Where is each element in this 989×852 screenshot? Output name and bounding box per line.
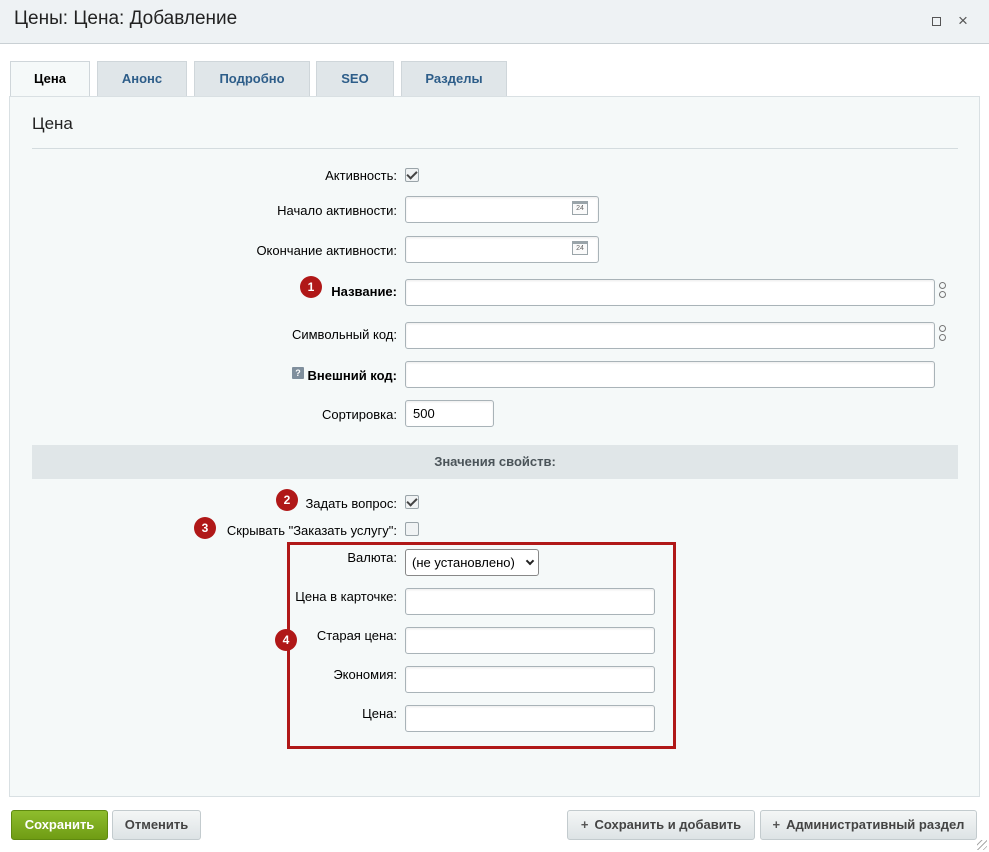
external-code-label: Внешний код: bbox=[307, 368, 397, 383]
savings-input[interactable] bbox=[405, 666, 655, 693]
save-and-add-button[interactable]: + Сохранить и добавить bbox=[567, 810, 755, 840]
card-price-input[interactable] bbox=[405, 588, 655, 615]
help-icon[interactable]: ? bbox=[292, 367, 304, 379]
window-title: Цены: Цена: Добавление bbox=[14, 8, 238, 29]
tab-sections[interactable]: Разделы bbox=[401, 61, 507, 97]
resize-grip-icon[interactable] bbox=[977, 840, 987, 850]
badge-2: 2 bbox=[276, 489, 298, 511]
tab-price[interactable]: Цена bbox=[10, 61, 90, 98]
properties-section-header: Значения свойств: bbox=[32, 445, 958, 479]
admin-section-button[interactable]: + Административный раздел bbox=[760, 810, 977, 840]
hide-order-checkbox[interactable] bbox=[405, 522, 419, 536]
currency-selected: (не установлено) bbox=[412, 555, 515, 570]
currency-select[interactable]: (не установлено) bbox=[405, 549, 539, 576]
admin-section-label: Административный раздел bbox=[786, 817, 965, 832]
old-price-label: Старая цена: bbox=[316, 628, 397, 643]
name-label: Название: bbox=[331, 284, 397, 299]
hide-order-label: Скрывать "Заказать услугу": bbox=[226, 523, 397, 538]
currency-label: Валюта: bbox=[347, 550, 397, 565]
panel-title: Цена bbox=[32, 114, 73, 133]
link-icon[interactable] bbox=[939, 325, 947, 345]
code-input[interactable] bbox=[405, 322, 935, 349]
divider bbox=[32, 148, 958, 149]
save-button[interactable]: Сохранить bbox=[11, 810, 108, 840]
active-from-input[interactable] bbox=[405, 196, 599, 223]
code-label: Символьный код: bbox=[291, 327, 397, 342]
close-icon[interactable]: × bbox=[954, 12, 972, 30]
price-input[interactable] bbox=[405, 705, 655, 732]
plus-icon: + bbox=[580, 817, 589, 832]
badge-1: 1 bbox=[300, 276, 322, 298]
cancel-button[interactable]: Отменить bbox=[112, 810, 201, 840]
activity-label: Активность: bbox=[325, 168, 397, 183]
badge-4: 4 bbox=[275, 629, 297, 651]
maximize-icon[interactable] bbox=[927, 12, 945, 30]
external-code-input[interactable] bbox=[405, 361, 935, 388]
calendar-icon[interactable]: 24 bbox=[572, 201, 588, 215]
window-titlebar: Цены: Цена: Добавление × bbox=[0, 0, 989, 44]
name-input[interactable] bbox=[405, 279, 935, 306]
calendar-icon[interactable]: 24 bbox=[572, 241, 588, 255]
savings-label: Экономия: bbox=[333, 667, 397, 682]
tab-announce[interactable]: Анонс bbox=[97, 61, 187, 97]
active-to-label: Окончание активности: bbox=[256, 243, 397, 258]
active-from-label: Начало активности: bbox=[277, 203, 397, 218]
save-and-add-label: Сохранить и добавить bbox=[594, 817, 742, 832]
sort-label: Сортировка: bbox=[322, 407, 397, 422]
ask-question-checkbox[interactable] bbox=[405, 495, 419, 509]
tab-seo[interactable]: SEO bbox=[316, 61, 394, 97]
sort-input[interactable] bbox=[405, 400, 494, 427]
tab-details[interactable]: Подробно bbox=[194, 61, 310, 97]
badge-3: 3 bbox=[194, 517, 216, 539]
activity-checkbox[interactable] bbox=[405, 168, 419, 182]
price-label: Цена: bbox=[362, 706, 397, 721]
chevron-down-icon bbox=[525, 556, 535, 566]
old-price-input[interactable] bbox=[405, 627, 655, 654]
link-icon[interactable] bbox=[939, 282, 947, 302]
card-price-label: Цена в карточке: bbox=[295, 589, 397, 604]
ask-question-label: Задать вопрос: bbox=[305, 496, 397, 511]
active-to-input[interactable] bbox=[405, 236, 599, 263]
plus-icon: + bbox=[772, 817, 781, 832]
